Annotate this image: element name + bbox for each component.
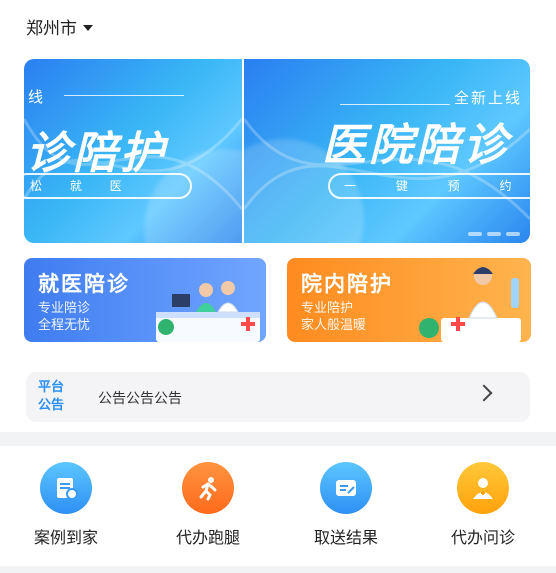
service-card-title: 院内陪护 — [301, 272, 393, 296]
service-card-line2: 全程无忧 — [38, 318, 91, 333]
banner-slide-1[interactable]: 线 诊陪护 松 就 医 — [24, 59, 242, 243]
chevron-down-icon — [83, 24, 93, 31]
tool-errand[interactable]: 代办跑腿 — [153, 462, 263, 548]
banner-1-subtitle: 线 — [28, 88, 46, 106]
tool-label: 代办跑腿 — [175, 528, 240, 547]
tool-consult[interactable]: 代办问诊 — [428, 462, 538, 548]
banner-2-pill: 一 键 预 约 轻 — [328, 173, 530, 199]
banner-2-title: 医院陪诊 — [322, 120, 510, 171]
quick-tools: 案例到家 代办跑腿 取送结果 代办问诊 — [0, 446, 556, 566]
banner-slide-2[interactable]: 全新上线 医院陪诊 一 键 预 约 轻 — [244, 59, 530, 243]
service-card-line1: 专业陪护 — [301, 301, 354, 316]
announcement-text: 公告公告公告 — [98, 391, 182, 407]
city-selector[interactable]: 郑州市 — [26, 14, 93, 39]
tool-label: 代办问诊 — [450, 528, 515, 547]
service-card-line2: 家人般温暖 — [301, 318, 367, 333]
announcement-bar[interactable]: 平台公告 公告公告公告 — [26, 372, 530, 422]
carousel-indicator — [468, 232, 520, 236]
tool-case-home[interactable]: 案例到家 — [11, 462, 121, 548]
city-label: 郑州市 — [26, 19, 77, 39]
report-icon — [320, 462, 372, 514]
tool-deliver-results[interactable]: 取送结果 — [291, 462, 401, 548]
nurse-desk-illustration — [156, 281, 260, 342]
service-card-title: 就医陪诊 — [38, 272, 130, 296]
service-card-care[interactable]: 院内陪护 专业陪护 家人般温暖 — [287, 258, 531, 342]
running-icon — [182, 462, 234, 514]
doc-home-icon — [40, 462, 92, 514]
chevron-right-icon — [475, 384, 493, 402]
service-card-line1: 专业陪诊 — [38, 301, 91, 316]
announcement-tag: 平台公告 — [38, 380, 65, 413]
banner-1-pill: 松 就 医 — [24, 173, 192, 199]
tool-label: 案例到家 — [33, 528, 98, 547]
doctor-illustration — [419, 267, 521, 342]
doctor-icon — [457, 462, 509, 514]
top-panel: 郑州市 线 诊陪护 松 就 医 全新上线 医院陪诊 一 键 预 约 轻 就医陪诊… — [0, 0, 556, 432]
tool-label: 取送结果 — [313, 528, 378, 547]
banner-2-subtitle: 全新上线 — [454, 89, 523, 107]
banner-1-title: 诊陪护 — [26, 128, 167, 179]
service-card-accompany[interactable]: 就医陪诊 专业陪诊 全程无忧 — [24, 258, 266, 342]
